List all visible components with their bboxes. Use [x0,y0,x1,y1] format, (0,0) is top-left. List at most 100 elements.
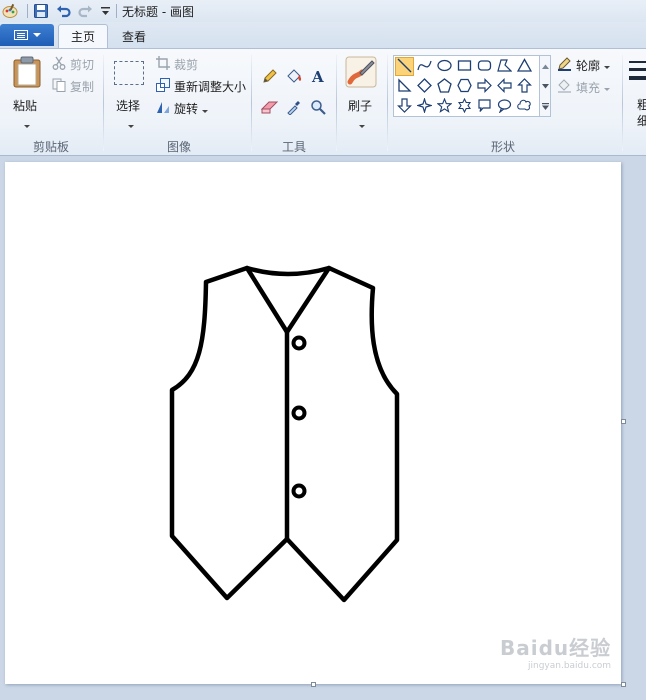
gallery-expand-icon[interactable] [540,96,550,116]
select-label: 选择 [116,99,141,113]
down-arrow-icon [397,97,412,116]
shapes-gallery-scrollbar[interactable] [540,55,551,117]
paint-app-icon[interactable] [2,3,18,19]
file-menu-button[interactable] [0,24,54,46]
shape-six-point-star[interactable] [455,97,474,116]
group-divider [103,55,104,151]
magnifier-tool-button[interactable] [307,97,329,119]
file-menu-icon [13,30,28,40]
group-divider [251,55,252,151]
shape-rounded-rectangle[interactable] [475,57,494,76]
size-label: 粗细 [637,98,646,128]
outline-label: 轮廓 [576,58,601,73]
cloud-callout-icon [517,98,532,116]
brushes-button[interactable]: 刷子 [342,53,382,129]
rotate-button[interactable]: 旋转 [156,100,209,117]
vest-drawing [169,265,400,603]
triangle-icon [516,57,533,76]
crop-label: 裁剪 [174,58,199,72]
scroll-up-icon[interactable] [540,56,550,76]
chevron-down-icon [359,117,365,131]
title-divider [116,4,117,18]
shape-four-point-star[interactable] [415,96,434,116]
customize-quick-access-icon[interactable] [97,3,113,19]
brush-icon [345,56,377,91]
resize-icon [156,78,170,95]
shape-rounded-callout[interactable] [475,97,494,116]
shape-triangle[interactable] [515,57,534,76]
shapes-group-label: 形状 [491,140,516,154]
tools-group-label: 工具 [282,140,307,154]
shape-line[interactable] [395,57,414,76]
chevron-down-icon [202,102,209,116]
resize-label: 重新调整大小 [174,80,247,94]
baidu-watermark: Baidu经验 jingyan.baidu.com [500,632,611,671]
watermark-text: Baidu经验 [500,636,612,660]
image-group-label: 图像 [167,140,192,154]
shape-left-arrow[interactable] [495,77,514,96]
shape-five-point-star[interactable] [435,96,454,116]
pencil-tool-button[interactable] [259,66,281,88]
outline-button[interactable]: 轮廓 [557,56,611,74]
chevron-down-icon [604,58,611,72]
fill-button[interactable]: 填充 [557,78,611,96]
resize-button[interactable]: 重新调整大小 [156,78,246,95]
select-button[interactable]: 选择 [110,53,150,129]
rotate-icon [156,100,170,117]
shape-down-arrow[interactable] [395,97,414,116]
canvas-workspace[interactable]: Baidu经验 jingyan.baidu.com [0,156,646,700]
select-rectangle-icon [114,61,144,85]
paste-button[interactable]: 粘贴 [6,53,48,129]
eraser-icon [260,100,279,117]
fill-tool-button[interactable] [283,66,305,88]
undo-icon[interactable] [55,3,71,19]
shape-polygon[interactable] [495,57,514,76]
color-picker-tool-button[interactable] [283,97,305,119]
clipboard-icon [13,56,41,91]
ribbon-tab-row: 主页 查看 [0,22,646,48]
cut-label: 剪切 [70,58,95,72]
shape-curve[interactable] [415,57,434,76]
watermark-subtext: jingyan.baidu.com [528,661,612,671]
shape-pentagon[interactable] [435,77,454,96]
eraser-tool-button[interactable] [259,97,281,119]
tab-view[interactable]: 查看 [110,24,158,48]
save-icon[interactable] [33,3,49,19]
oval-icon [437,58,452,76]
scissors-icon [52,56,66,73]
clipboard-group-label: 剪贴板 [33,140,70,154]
shape-right-triangle[interactable] [395,77,414,96]
crop-button[interactable]: 裁剪 [156,56,198,73]
shape-diamond[interactable] [415,77,434,96]
outline-pen-icon [557,56,572,74]
six-point-star-icon [457,97,472,116]
shape-right-arrow[interactable] [475,77,494,96]
drawing-canvas[interactable]: Baidu经验 jingyan.baidu.com [5,162,621,684]
rotate-label: 旋转 [174,102,199,116]
copy-button[interactable]: 复制 [52,78,94,95]
shape-hexagon[interactable] [455,77,474,96]
text-tool-button[interactable]: A [307,66,329,88]
redo-icon[interactable] [77,3,93,19]
canvas-resize-handle-corner[interactable] [621,682,626,687]
scroll-down-icon[interactable] [540,76,550,96]
fill-label: 填充 [576,80,601,95]
vest-button-3 [291,483,307,499]
shape-rectangle[interactable] [455,57,474,76]
oval-callout-icon [497,98,512,116]
canvas-resize-handle-right[interactable] [621,419,626,424]
tab-home[interactable]: 主页 [58,24,109,48]
rectangular-callout-icon [477,98,492,116]
curve-icon [417,58,432,76]
magnifier-icon [310,99,326,118]
color-picker-icon [286,99,302,118]
shape-cloud-callout[interactable] [515,97,534,116]
size-button[interactable]: 粗细 [627,53,646,129]
shape-oval-callout[interactable] [495,97,514,116]
canvas-resize-handle-bottom[interactable] [311,682,316,687]
cut-button[interactable]: 剪切 [52,56,94,73]
vest-button-2 [291,405,307,421]
shape-oval[interactable] [435,57,454,76]
pencil-icon [262,68,278,87]
shape-up-arrow[interactable] [515,77,534,96]
